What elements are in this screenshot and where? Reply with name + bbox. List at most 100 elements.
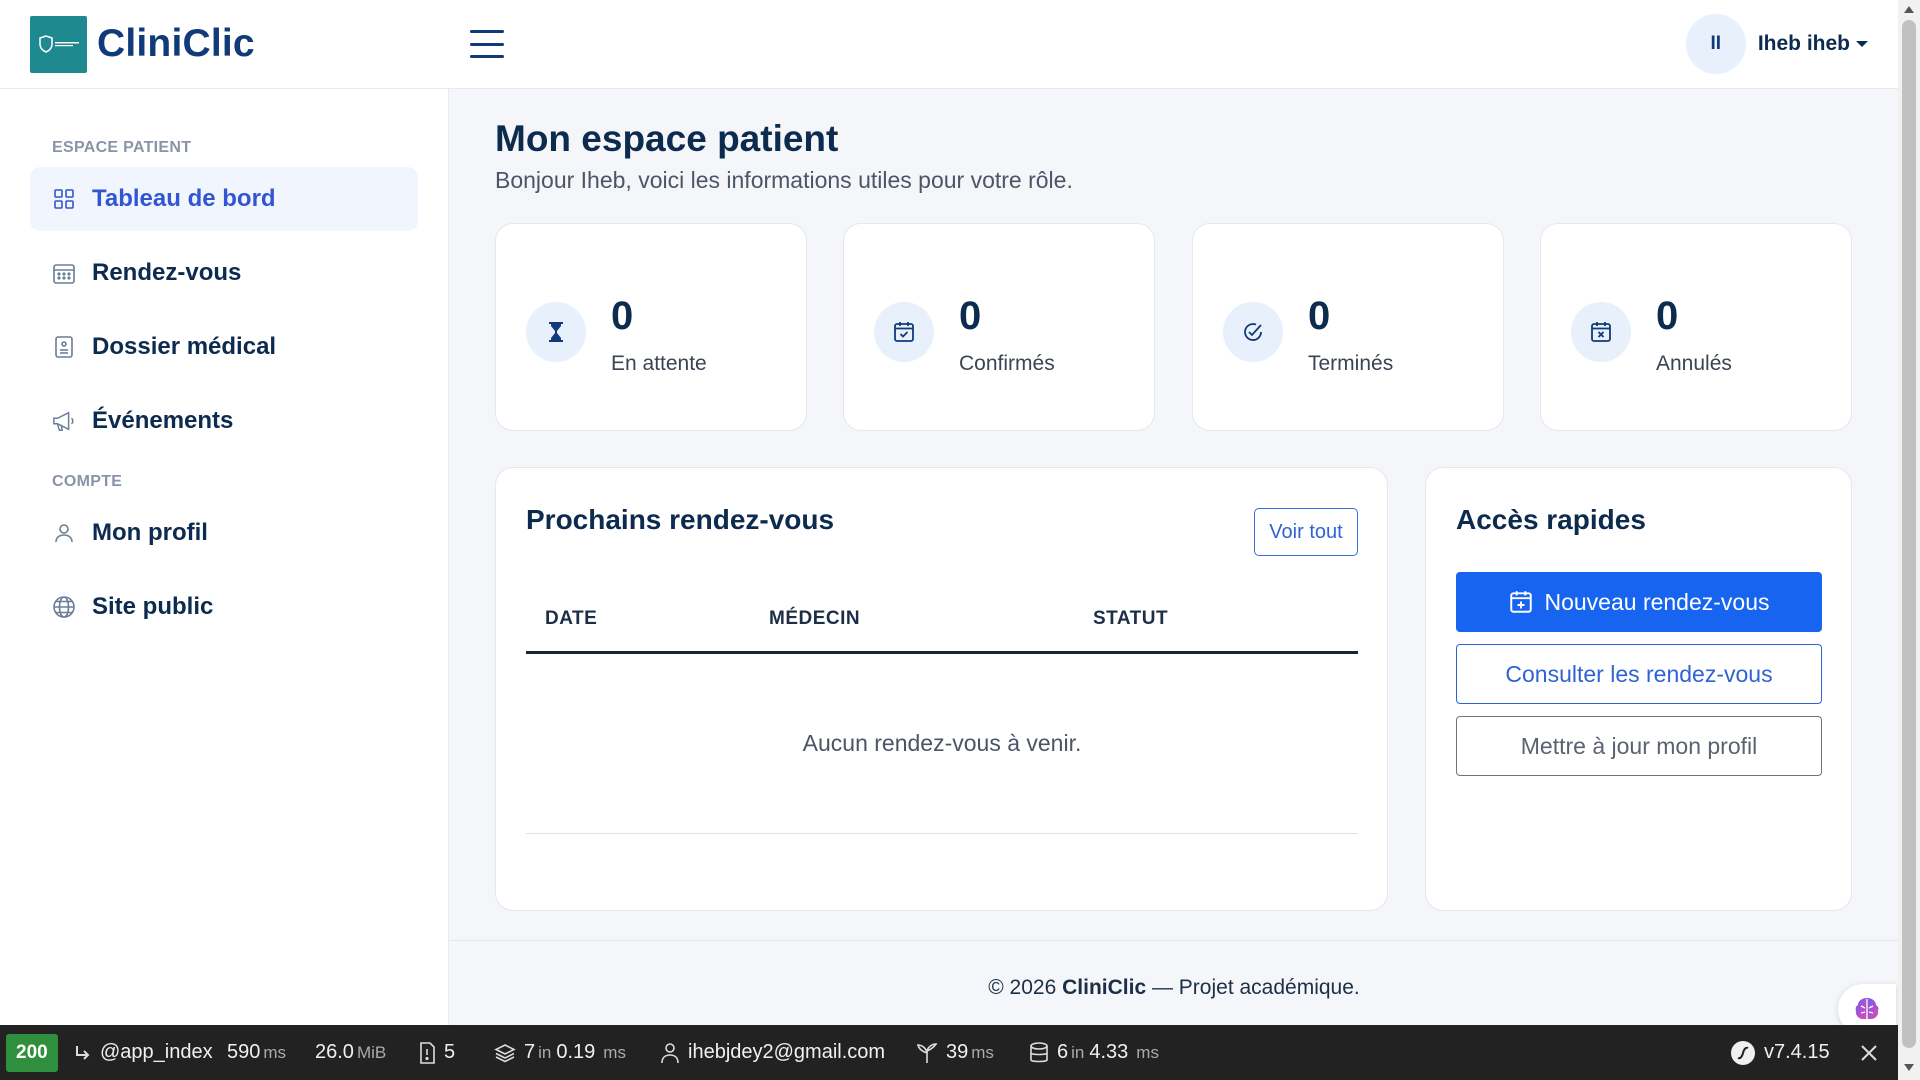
- twig-value: 39: [946, 1041, 969, 1063]
- cache-in: in: [538, 1042, 552, 1062]
- debug-user[interactable]: ihebjdey2@gmail.com: [660, 1025, 885, 1080]
- symfony-version: v7.4.15: [1764, 1041, 1830, 1063]
- globe-icon: [52, 595, 76, 619]
- calendar-icon: [52, 261, 76, 285]
- new-appointment-button[interactable]: Nouveau rendez-vous: [1456, 572, 1822, 632]
- stat-card-completed: 0 Terminés: [1192, 223, 1504, 431]
- footer-suffix: — Projet académique.: [1146, 976, 1360, 999]
- quick-access-panel: Accès rapides Nouveau rendez-vous Consul…: [1425, 467, 1852, 911]
- upcoming-appointments-panel: Prochains rendez-vous Voir tout DATE MÉD…: [495, 467, 1388, 911]
- sidebar-item-public-site[interactable]: Site public: [30, 575, 418, 639]
- scroll-down-arrow-icon[interactable]: [1904, 1064, 1914, 1071]
- debug-memory[interactable]: 26.0 MiB: [315, 1025, 386, 1080]
- stat-label: En attente: [611, 352, 707, 375]
- user-menu[interactable]: II Iheb iheb: [1685, 14, 1868, 74]
- scroll-thumb[interactable]: [1902, 20, 1916, 1048]
- table-header-divider: [526, 651, 1358, 654]
- footer-prefix: © 2026: [988, 976, 1063, 999]
- stat-value: 0: [959, 294, 982, 338]
- calendar-check-icon: [874, 302, 934, 362]
- calendar-x-icon: [1571, 302, 1631, 362]
- brain-icon: [1855, 998, 1879, 1019]
- memory-unit: MiB: [356, 1042, 387, 1062]
- panel-title: Prochains rendez-vous: [526, 504, 835, 535]
- top-header: CliniClic II Iheb iheb: [0, 0, 1898, 89]
- debug-logs[interactable]: 5: [418, 1025, 455, 1080]
- vertical-scrollbar[interactable]: [1898, 0, 1920, 1080]
- scroll-up-arrow-icon[interactable]: [1904, 6, 1914, 13]
- column-header-doctor[interactable]: MÉDECIN: [769, 608, 860, 630]
- sidebar-section-patient: ESPACE PATIENT: [52, 139, 192, 156]
- sidebar: ESPACE PATIENT Tableau de bord Rendez-vo…: [0, 89, 449, 1025]
- debug-cache[interactable]: 7 in 0.19 ms: [494, 1025, 626, 1080]
- check-circle-icon: [1223, 302, 1283, 362]
- debug-time[interactable]: 590 ms: [227, 1025, 286, 1080]
- status-badge: 200: [6, 1033, 58, 1072]
- user-icon: [52, 521, 76, 545]
- user-icon: [660, 1042, 680, 1064]
- table-bottom-divider: [526, 833, 1358, 834]
- stat-card-confirmed: 0 Confirmés: [843, 223, 1155, 431]
- update-profile-button[interactable]: Mettre à jour mon profil: [1456, 716, 1822, 776]
- sidebar-item-label: Site public: [92, 593, 214, 620]
- sidebar-item-profile[interactable]: Mon profil: [30, 501, 418, 565]
- cache-unit: ms: [603, 1042, 626, 1062]
- user-name[interactable]: Iheb iheb: [1758, 32, 1850, 56]
- sidebar-item-dashboard[interactable]: Tableau de bord: [30, 167, 418, 231]
- cache-time: 0.19: [556, 1041, 596, 1063]
- panel-title: Accès rapides: [1456, 504, 1646, 535]
- stat-label: Annulés: [1656, 352, 1732, 375]
- sidebar-item-label: Tableau de bord: [92, 185, 276, 212]
- sidebar-section-account: COMPTE: [52, 473, 123, 490]
- sidebar-item-label: Mon profil: [92, 519, 208, 546]
- column-header-date[interactable]: DATE: [545, 608, 597, 630]
- stat-value: 0: [1308, 294, 1331, 338]
- sidebar-item-appointments[interactable]: Rendez-vous: [30, 241, 418, 305]
- close-icon[interactable]: [1860, 1044, 1878, 1062]
- menu-toggle-icon[interactable]: [470, 30, 504, 58]
- see-all-button[interactable]: Voir tout: [1254, 508, 1358, 556]
- debug-database[interactable]: 6 in 4.33 ms: [1029, 1025, 1159, 1080]
- stat-card-pending: 0 En attente: [495, 223, 807, 431]
- route-arrow-icon: [74, 1044, 92, 1062]
- page-title: Mon espace patient: [495, 118, 839, 159]
- sidebar-item-events[interactable]: Événements: [30, 389, 418, 453]
- sidebar-item-medical-record[interactable]: Dossier médical: [30, 315, 418, 379]
- time-value: 590: [227, 1041, 261, 1063]
- document-icon: [52, 335, 76, 359]
- cache-value: 7: [524, 1041, 536, 1063]
- time-unit: ms: [263, 1042, 287, 1062]
- symfony-logo-icon: [1730, 1040, 1756, 1066]
- column-header-status[interactable]: STATUT: [1093, 608, 1168, 630]
- close-toolbar-button[interactable]: [1860, 1025, 1878, 1080]
- caret-down-icon[interactable]: [1856, 41, 1868, 47]
- brand[interactable]: CliniClic: [30, 15, 470, 73]
- stat-card-cancelled: 0 Annulés: [1540, 223, 1852, 431]
- empty-state-message: Aucun rendez-vous à venir.: [802, 730, 1082, 756]
- button-label: Nouveau rendez-vous: [1544, 588, 1770, 615]
- layers-icon: [494, 1043, 516, 1063]
- footer-brand[interactable]: CliniClic: [1062, 976, 1146, 999]
- database-icon: [1029, 1041, 1049, 1064]
- user-email: ihebjdey2@gmail.com: [688, 1041, 886, 1063]
- brand-logo: [30, 15, 87, 73]
- debug-twig[interactable]: 39 ms: [916, 1025, 994, 1080]
- view-appointments-button[interactable]: Consulter les rendez-vous: [1456, 644, 1822, 704]
- debug-route[interactable]: @app_index: [74, 1025, 213, 1080]
- footer: © 2026 CliniClic — Projet académique.: [450, 976, 1898, 1000]
- page-subtitle: Bonjour Iheb, voici les informations uti…: [495, 167, 1073, 193]
- avatar[interactable]: II: [1685, 14, 1746, 74]
- stat-label: Confirmés: [959, 352, 1055, 375]
- route-name: @app_index: [100, 1041, 213, 1063]
- symfony-debug-toolbar: 200 @app_index 590 ms 26.0 MiB 5 7 in 0.…: [0, 1025, 1898, 1080]
- brand-name: CliniClic: [97, 22, 255, 65]
- footer-divider: [450, 940, 1898, 941]
- db-value: 6: [1057, 1041, 1069, 1063]
- debug-status[interactable]: 200: [6, 1025, 58, 1080]
- stat-value: 0: [1656, 294, 1679, 338]
- calendar-plus-icon: [1508, 589, 1534, 615]
- sidebar-item-label: Dossier médical: [92, 333, 277, 360]
- logo-shield-icon: [38, 35, 79, 53]
- sidebar-item-label: Rendez-vous: [92, 259, 242, 286]
- debug-symfony-version[interactable]: v7.4.15: [1730, 1025, 1830, 1080]
